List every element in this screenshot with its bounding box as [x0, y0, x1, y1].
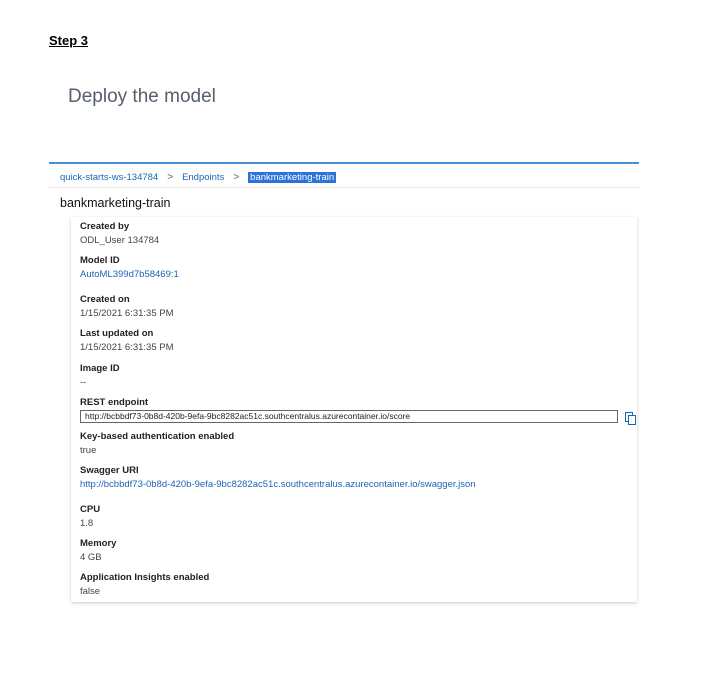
- rest-endpoint-label: REST endpoint: [80, 397, 149, 408]
- endpoint-panel: quick-starts-ws-134784 > Endpoints > ban…: [49, 162, 639, 604]
- image-id-label: Image ID: [80, 363, 120, 374]
- created-by-value: ODL_User 134784: [80, 235, 160, 246]
- breadcrumb-endpoints-link[interactable]: Endpoints: [182, 172, 224, 183]
- app-insights-value: false: [80, 586, 101, 597]
- app-insights-label: Application Insights enabled: [80, 572, 210, 583]
- created-on-label: Created on: [80, 294, 130, 305]
- copy-icon[interactable]: [624, 411, 636, 425]
- app-insights-field: Application Insights enabled false: [80, 572, 209, 598]
- breadcrumb: quick-starts-ws-134784 > Endpoints > ban…: [60, 170, 337, 184]
- image-id-value: --: [80, 377, 87, 388]
- breadcrumb-separator: >: [167, 171, 174, 183]
- key-auth-value: true: [80, 445, 97, 456]
- rest-endpoint-input[interactable]: [80, 410, 618, 423]
- cpu-field: CPU 1.8: [80, 504, 100, 530]
- cpu-value: 1.8: [80, 518, 94, 529]
- model-id-label: Model ID: [80, 255, 120, 266]
- rest-endpoint-field: REST endpoint: [80, 397, 636, 425]
- last-updated-field: Last updated on 1/15/2021 6:31:35 PM: [80, 328, 174, 354]
- created-on-value: 1/15/2021 6:31:35 PM: [80, 308, 174, 319]
- last-updated-value: 1/15/2021 6:31:35 PM: [80, 342, 174, 353]
- model-id-field: Model ID AutoML399d7b58469:1: [80, 255, 179, 281]
- last-updated-label: Last updated on: [80, 328, 154, 339]
- section-heading: Deploy the model: [68, 86, 216, 107]
- swagger-uri-link[interactable]: http://bcbbdf73-0b8d-420b-9efa-9bc8282ac…: [80, 478, 476, 491]
- swagger-uri-label: Swagger URI: [80, 465, 139, 476]
- created-on-field: Created on 1/15/2021 6:31:35 PM: [80, 294, 174, 320]
- page-title: bankmarketing-train: [60, 196, 171, 210]
- key-auth-field: Key-based authentication enabled true: [80, 431, 234, 457]
- cpu-label: CPU: [80, 504, 101, 515]
- image-id-field: Image ID --: [80, 363, 120, 389]
- model-id-link[interactable]: AutoML399d7b58469:1: [80, 268, 179, 281]
- key-auth-label: Key-based authentication enabled: [80, 431, 235, 442]
- memory-field: Memory 4 GB: [80, 538, 116, 564]
- breadcrumb-separator: >: [233, 171, 240, 183]
- rest-endpoint-row: [80, 410, 636, 425]
- details-card: Created by ODL_User 134784 Model ID Auto…: [71, 217, 637, 602]
- created-by-label: Created by: [80, 221, 130, 232]
- step-title: Step 3: [49, 33, 89, 48]
- breadcrumb-divider: [49, 187, 639, 188]
- breadcrumb-current[interactable]: bankmarketing-train: [248, 171, 337, 183]
- memory-value: 4 GB: [80, 552, 102, 563]
- swagger-uri-field: Swagger URI http://bcbbdf73-0b8d-420b-9e…: [80, 465, 476, 491]
- created-by-field: Created by ODL_User 134784: [80, 221, 159, 247]
- memory-label: Memory: [80, 538, 117, 549]
- breadcrumb-workspace-link[interactable]: quick-starts-ws-134784: [60, 172, 158, 183]
